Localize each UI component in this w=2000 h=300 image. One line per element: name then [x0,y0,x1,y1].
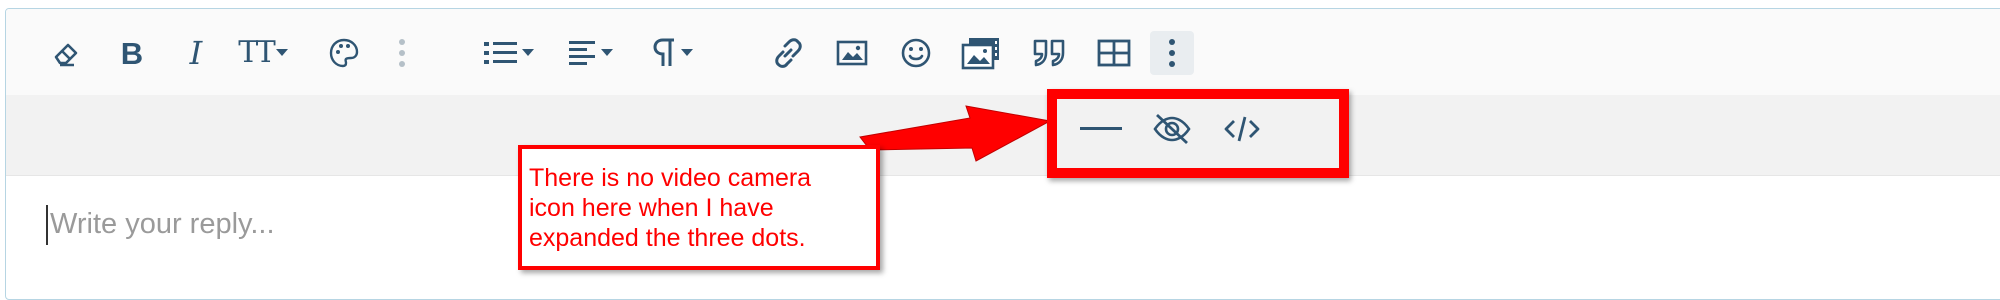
annotation-highlight-box [1047,89,1349,178]
annotation-arrow [859,105,1052,162]
callout-line: There is no video camera [529,164,812,192]
annotation-callout: There is no video camera icon here when … [518,145,880,270]
callout-line: expanded the three dots. [529,224,806,252]
callout-line: icon here when I have [529,194,774,222]
